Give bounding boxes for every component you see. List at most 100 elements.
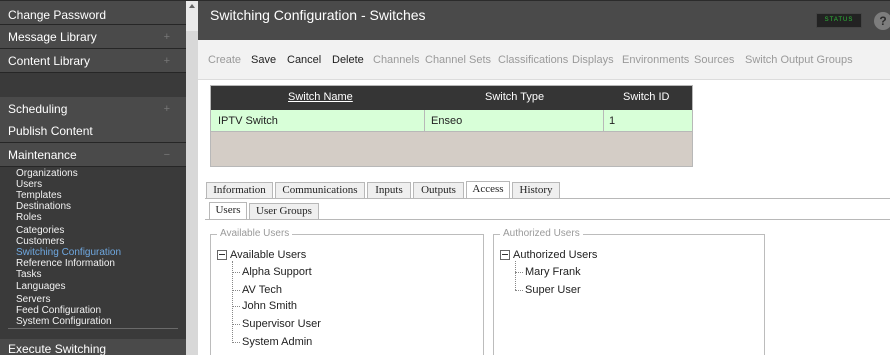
tree-item-user[interactable]: Super User	[525, 284, 581, 296]
tree-item-user[interactable]: Supervisor User	[242, 318, 321, 330]
tab-information[interactable]: Information	[206, 182, 273, 198]
column-divider	[603, 110, 604, 132]
tree-connector	[232, 272, 240, 273]
sidebar-scrollbar[interactable]	[186, 1, 198, 355]
tab-inputs[interactable]: Inputs	[367, 182, 411, 198]
tree-connector	[232, 342, 240, 343]
nav-label: Content Library	[8, 54, 91, 68]
submenu-divider	[8, 328, 178, 329]
available-users-panel: Available Users Available Users Alpha Su…	[210, 228, 484, 355]
collapse-icon[interactable]: −	[164, 143, 170, 167]
nav-sub-reference-information[interactable]: Reference Information	[16, 258, 115, 269]
column-divider	[424, 110, 425, 132]
cancel-button[interactable]: Cancel	[287, 54, 321, 66]
available-users-tree-root[interactable]: Available Users	[217, 249, 306, 261]
subtabs-baseline	[205, 219, 890, 220]
sources-button[interactable]: Sources	[694, 54, 734, 66]
nav-sub-organizations[interactable]: Organizations	[16, 168, 78, 179]
nav-maintenance[interactable]: Maintenance −	[0, 143, 186, 167]
table-header: Switch Name Switch Type Switch ID	[211, 86, 692, 110]
displays-button[interactable]: Displays	[572, 54, 614, 66]
tree-connector	[515, 290, 523, 291]
subtab-users[interactable]: Users	[209, 202, 247, 219]
save-button[interactable]: Save	[251, 54, 276, 66]
nav-execute-switching[interactable]: Execute Switching	[0, 339, 186, 356]
channels-button[interactable]: Channels	[373, 54, 419, 66]
create-button[interactable]: Create	[208, 54, 241, 66]
page-title: Switching Configuration - Switches	[210, 7, 426, 23]
delete-button[interactable]: Delete	[332, 54, 364, 66]
tree-root-label: Available Users	[230, 249, 307, 261]
tree-root-label: Authorized Users	[513, 249, 598, 261]
tree-connector	[515, 272, 523, 273]
nav-sub-destinations[interactable]: Destinations	[16, 201, 71, 212]
cell-switch-id: 1	[609, 115, 616, 127]
switch-output-groups-button[interactable]: Switch Output Groups	[745, 54, 853, 66]
app-window: Change Password Message Library + Conten…	[0, 0, 890, 356]
channel-sets-button[interactable]: Channel Sets	[425, 54, 491, 66]
subtab-user-groups[interactable]: User Groups	[249, 203, 319, 219]
switch-table: Switch Name Switch Type Switch ID IPTV S…	[210, 85, 693, 167]
nav-sub-switching-configuration[interactable]: Switching Configuration	[16, 247, 121, 258]
expand-icon[interactable]: +	[164, 49, 170, 73]
tab-outputs[interactable]: Outputs	[413, 182, 464, 198]
tree-item-user[interactable]: Alpha Support	[242, 266, 312, 278]
tree-connector	[232, 261, 233, 343]
cell-switch-name: IPTV Switch	[218, 115, 278, 127]
expand-icon[interactable]: +	[164, 97, 170, 121]
nav-label: Scheduling	[8, 102, 68, 116]
tab-communications[interactable]: Communications	[275, 182, 365, 198]
tabs-baseline	[205, 198, 890, 199]
tree-item-user[interactable]: Mary Frank	[525, 266, 581, 278]
maintenance-submenu: Organizations Users Templates Destinatio…	[0, 168, 186, 339]
tab-history[interactable]: History	[512, 182, 560, 198]
page-header: Switching Configuration - Switches STATU…	[198, 1, 890, 40]
cell-switch-type: Enseo	[431, 115, 463, 127]
tree-connector	[232, 324, 240, 325]
nav-sub-templates[interactable]: Templates	[16, 190, 62, 201]
collapse-tree-icon[interactable]	[500, 250, 510, 261]
nav-scheduling[interactable]: Scheduling +	[0, 97, 186, 121]
nav-sub-servers[interactable]: Servers	[16, 294, 50, 305]
nav-sub-users[interactable]: Users	[16, 179, 42, 190]
sidebar: Change Password Message Library + Conten…	[0, 1, 186, 356]
nav-publish-content[interactable]: Publish Content	[0, 119, 186, 143]
column-header-switch-type[interactable]: Switch Type	[485, 91, 544, 103]
classifications-button[interactable]: Classifications	[498, 54, 568, 66]
tab-access[interactable]: Access	[466, 181, 510, 198]
environments-button[interactable]: Environments	[622, 54, 689, 66]
tree-item-user[interactable]: AV Tech	[242, 284, 282, 296]
nav-sub-system-configuration[interactable]: System Configuration	[16, 316, 112, 327]
toolbar: Create Save Cancel Delete Channels Chann…	[198, 40, 890, 80]
column-header-switch-name[interactable]: Switch Name	[288, 91, 353, 103]
authorized-users-panel: Authorized Users Authorized Users Mary F…	[493, 228, 765, 355]
table-row[interactable]: IPTV Switch Enseo 1	[211, 110, 692, 132]
expand-icon[interactable]: +	[164, 25, 170, 49]
nav-message-library[interactable]: Message Library +	[0, 25, 186, 49]
collapse-tree-icon[interactable]	[217, 250, 227, 261]
help-icon[interactable]: ?	[874, 12, 890, 30]
nav-sub-tasks[interactable]: Tasks	[16, 269, 42, 280]
nav-label: Maintenance	[8, 148, 77, 162]
authorized-users-legend: Authorized Users	[500, 228, 583, 239]
column-header-switch-id[interactable]: Switch ID	[623, 91, 669, 103]
nav-label: Publish Content	[8, 124, 93, 138]
tree-item-user[interactable]: John Smith	[242, 300, 297, 312]
nav-label: Change Password	[8, 8, 107, 22]
scroll-up-arrow-icon[interactable]	[189, 4, 195, 8]
nav-sub-customers[interactable]: Customers	[16, 236, 64, 247]
nav-sub-feed-configuration[interactable]: Feed Configuration	[16, 305, 101, 316]
tree-connector	[232, 306, 240, 307]
available-users-legend: Available Users	[217, 228, 293, 239]
nav-sub-categories[interactable]: Categories	[16, 225, 64, 236]
tree-connector	[515, 261, 516, 290]
status-button[interactable]: STATUS	[816, 13, 862, 28]
nav-change-password[interactable]: Change Password	[0, 1, 186, 25]
nav-label: Message Library	[8, 30, 97, 44]
tree-connector	[232, 290, 240, 291]
authorized-users-tree-root[interactable]: Authorized Users	[500, 249, 597, 261]
nav-content-library[interactable]: Content Library +	[0, 49, 186, 73]
nav-sub-roles[interactable]: Roles	[16, 212, 42, 223]
nav-sub-languages[interactable]: Languages	[16, 281, 66, 292]
tree-item-user[interactable]: System Admin	[242, 336, 312, 348]
